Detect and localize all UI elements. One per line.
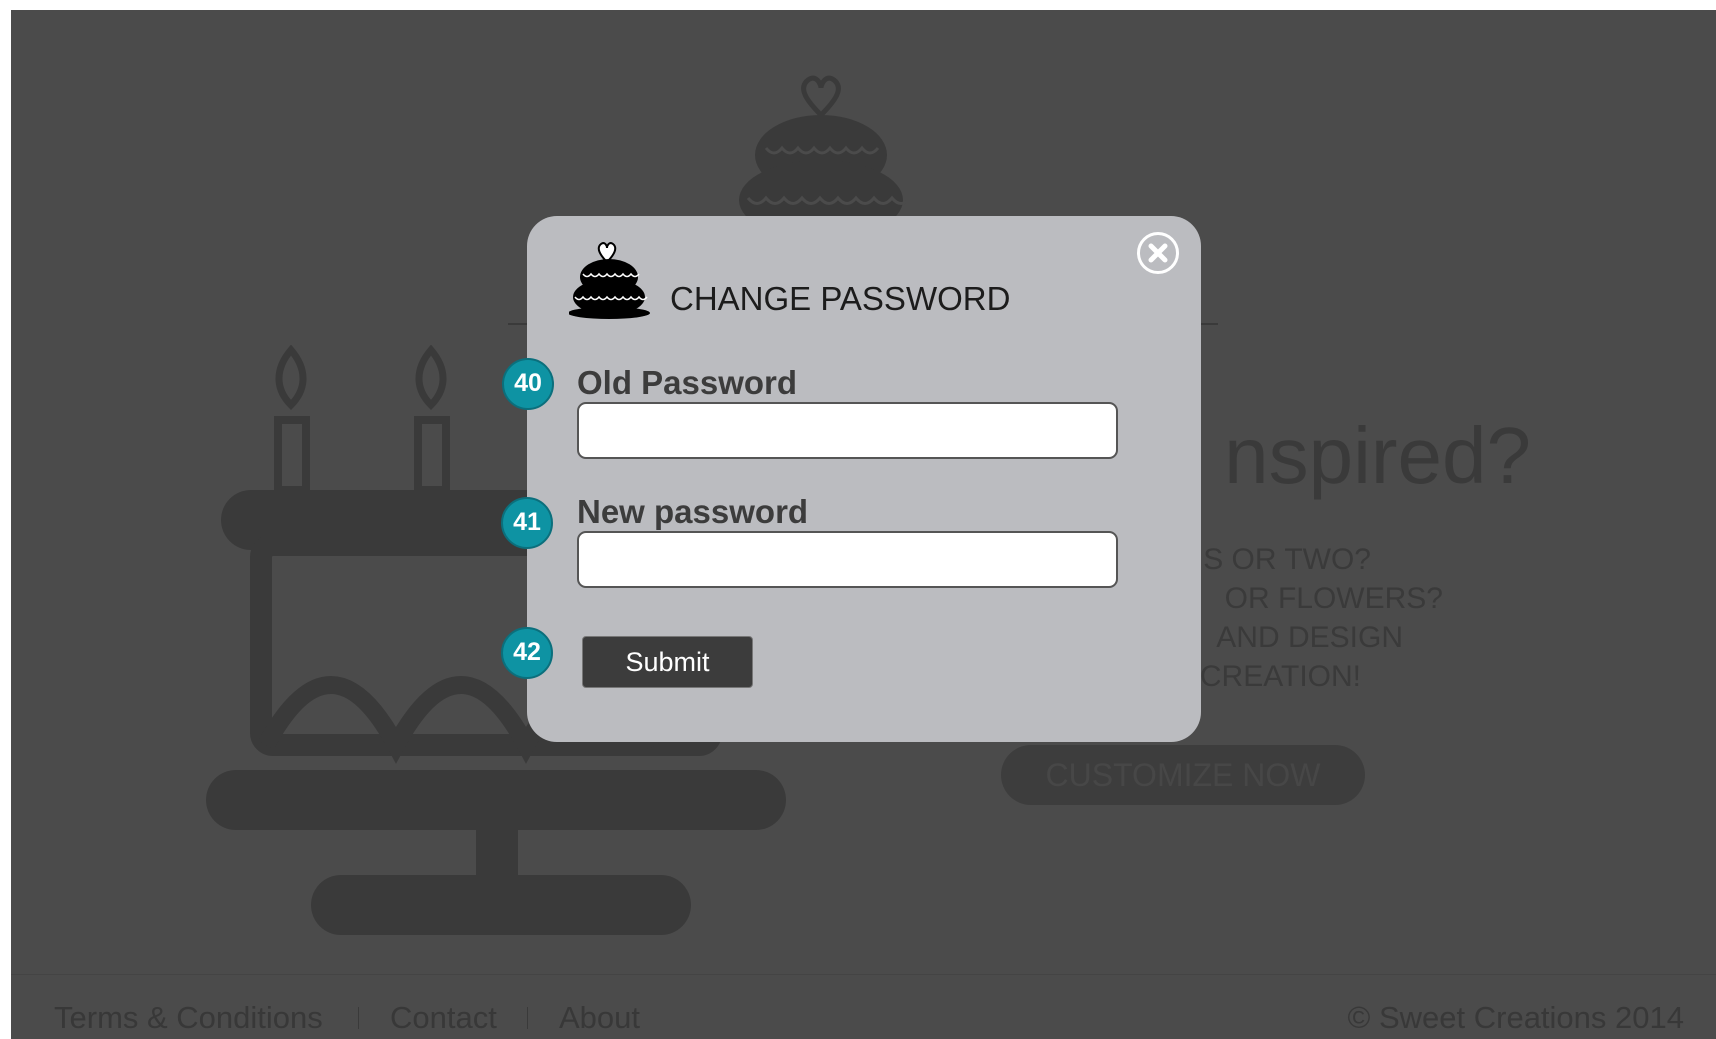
footer-link-terms: Terms & Conditions	[54, 1000, 323, 1035]
footer-link-contact: Contact	[390, 1000, 497, 1035]
change-password-dialog: CHANGE PASSWORD Old Password New passwor…	[527, 216, 1201, 742]
close-button[interactable]	[1137, 232, 1179, 274]
new-password-label: New password	[577, 493, 809, 530]
submit-button[interactable]: Submit	[582, 636, 753, 688]
copyright-text: © Sweet Creations 2014	[1347, 1000, 1684, 1035]
close-icon	[1148, 243, 1168, 263]
footer-separator	[358, 1007, 359, 1029]
new-password-field[interactable]	[577, 531, 1118, 588]
old-password-label: Old Password	[577, 364, 798, 401]
cake-logo-icon	[736, 70, 912, 240]
old-password-field[interactable]	[577, 402, 1118, 459]
dialog-title: CHANGE PASSWORD	[670, 280, 1011, 317]
footer-separator	[527, 1007, 528, 1029]
footer-link-about: About	[559, 1000, 641, 1035]
step-badge: 42	[501, 627, 553, 679]
cake-icon	[568, 240, 653, 325]
step-badge: 40	[502, 358, 554, 410]
customize-now-button: CUSTOMIZE NOW	[1001, 745, 1365, 805]
footer: Terms & Conditions Contact About © Sweet…	[11, 975, 1716, 1039]
step-badge: 41	[501, 497, 553, 549]
